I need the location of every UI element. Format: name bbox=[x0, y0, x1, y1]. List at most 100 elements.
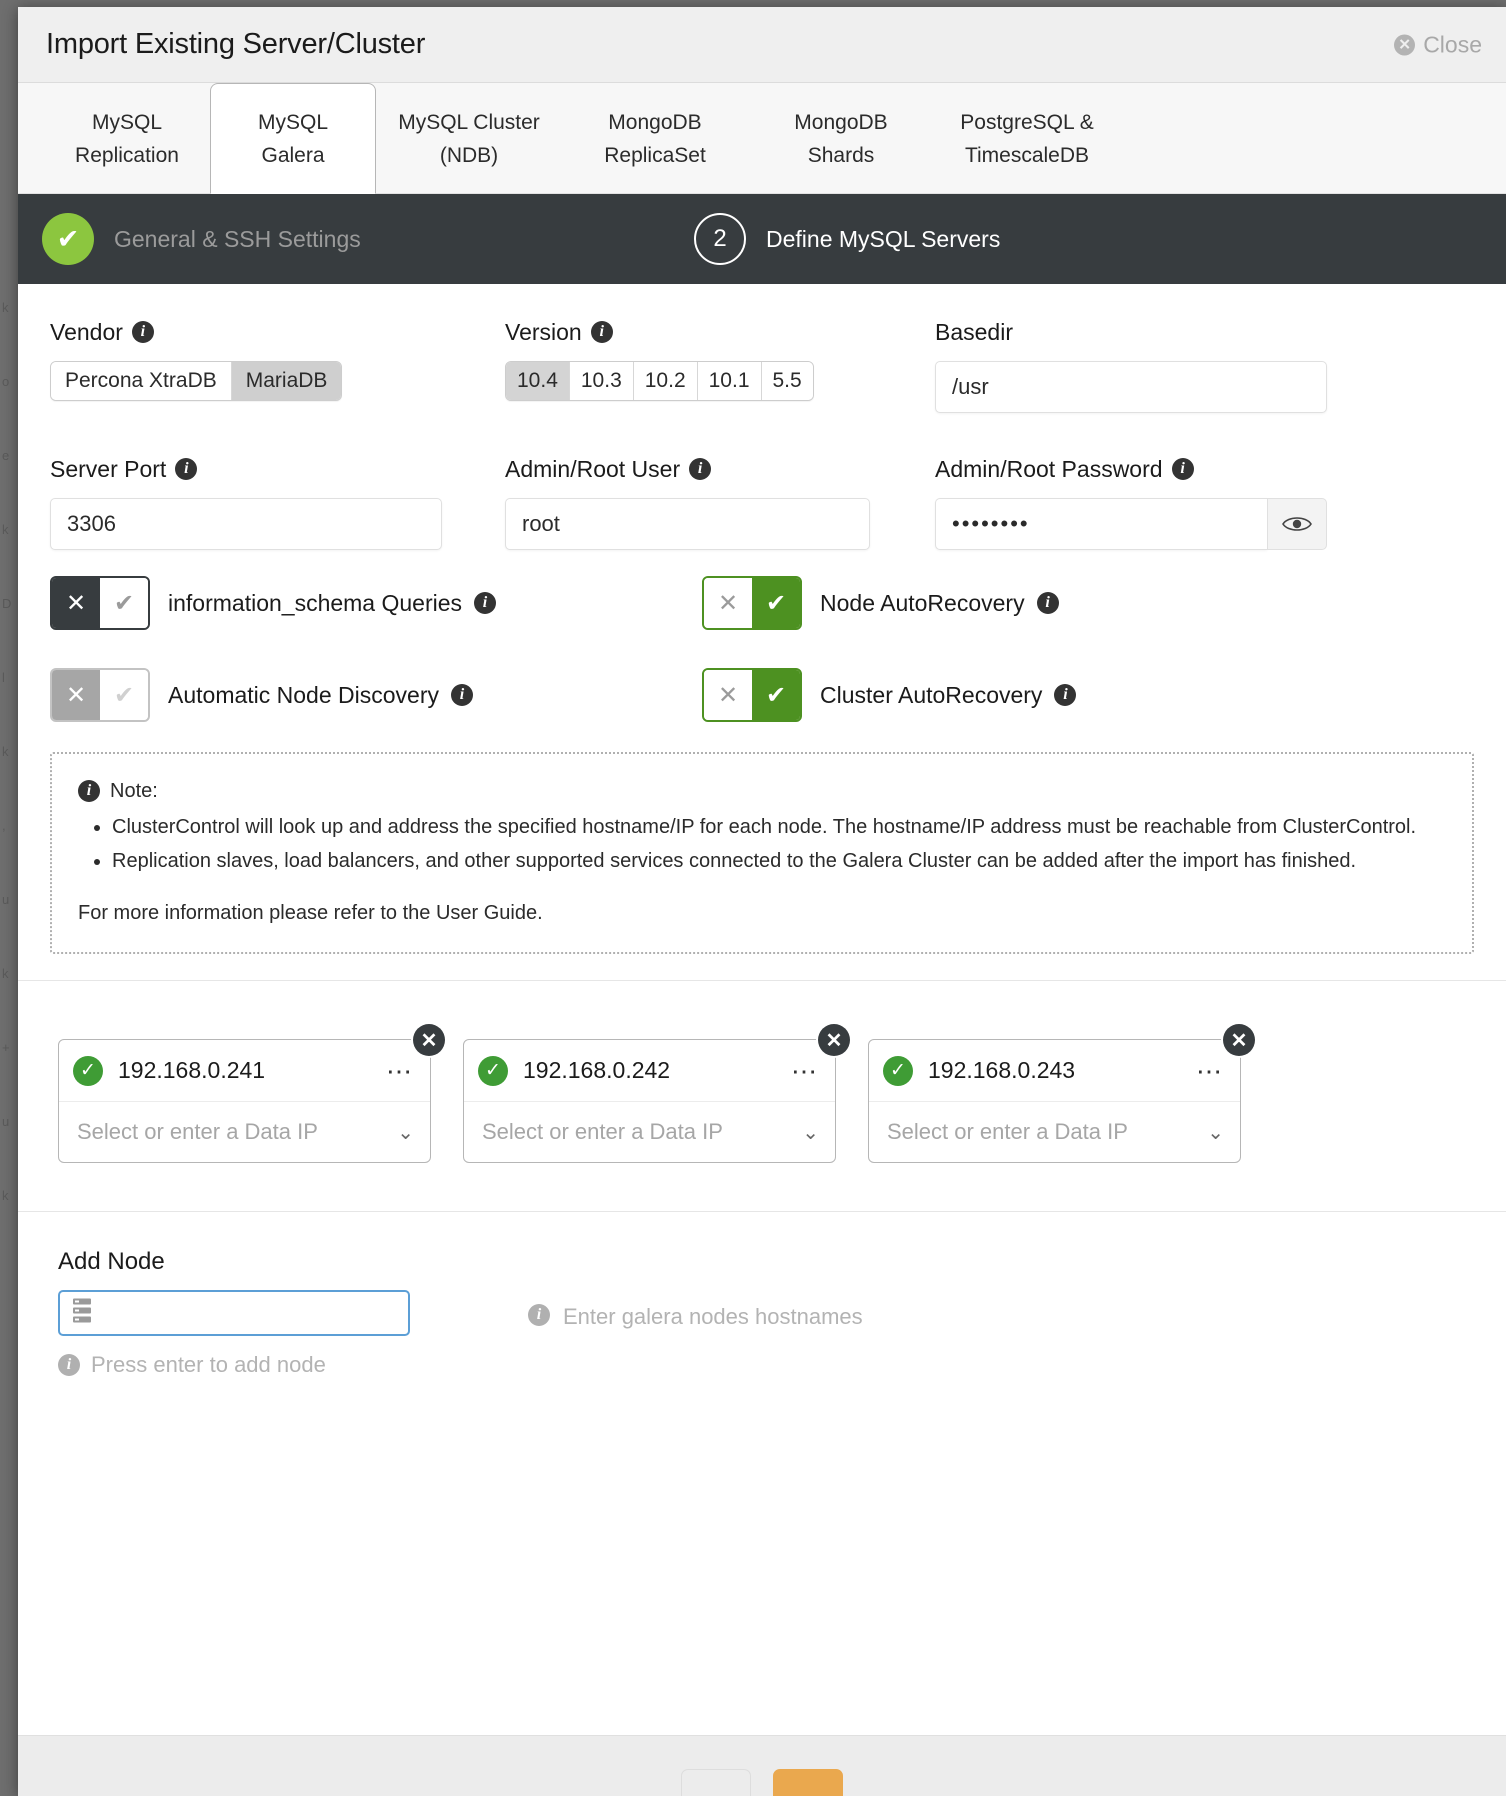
ellipsis-icon[interactable]: ⋯ bbox=[1196, 1058, 1224, 1084]
server-port-label: Server Port bbox=[50, 455, 167, 482]
vendor-option-percona[interactable]: Percona XtraDB bbox=[51, 362, 232, 400]
field-basedir: Basedir bbox=[935, 318, 1327, 413]
background-ghost-text: k bbox=[2, 300, 9, 315]
field-admin-user: Admin/Root User i bbox=[505, 455, 935, 550]
toggle-off-option[interactable]: ✕ bbox=[704, 578, 752, 628]
step-general-ssh-settings[interactable]: ✔ General & SSH Settings bbox=[42, 213, 361, 265]
automatic-node-discovery-toggle[interactable]: ✕ ✔ bbox=[50, 668, 150, 722]
add-node-section: Add Node i Press enter to add node i Ent… bbox=[50, 1212, 1474, 1378]
vendor-option-mariadb[interactable]: MariaDB bbox=[231, 362, 342, 400]
version-option-10-2[interactable]: 10.2 bbox=[633, 362, 698, 400]
toggle-off-option[interactable]: ✕ bbox=[704, 670, 752, 720]
node-data-ip-select[interactable]: Select or enter a Data IP ⌄ bbox=[869, 1102, 1240, 1162]
toggle-off-option[interactable]: ✕ bbox=[52, 578, 100, 628]
toggle-label-row: Node AutoRecovery i bbox=[820, 590, 1059, 617]
info-icon: i bbox=[78, 780, 100, 802]
close-button[interactable]: ✕ Close bbox=[1394, 31, 1482, 58]
node-card: ✕ ✓ 192.168.0.242 ⋯ Select or enter a Da… bbox=[463, 1024, 850, 1163]
note-bullet: ClusterControl will look up and address … bbox=[112, 812, 1446, 842]
toggle-off-option[interactable]: ✕ bbox=[52, 670, 100, 720]
toggle-label-row: information_schema Queries i bbox=[168, 590, 497, 617]
step-label: Define MySQL Servers bbox=[766, 225, 1001, 252]
remove-node-icon[interactable]: ✕ bbox=[1223, 1024, 1255, 1056]
eye-icon[interactable] bbox=[1266, 498, 1327, 550]
background-ghost-text: u bbox=[2, 1114, 10, 1129]
admin-password-input[interactable] bbox=[935, 498, 1267, 550]
note-bullet: Replication slaves, load balancers, and … bbox=[112, 846, 1446, 876]
toggle-on-option[interactable]: ✔ bbox=[100, 578, 148, 628]
note-box: i Note: ClusterControl will look up and … bbox=[50, 752, 1474, 954]
step-define-mysql-servers[interactable]: 2 Define MySQL Servers bbox=[694, 213, 1000, 265]
node-card-header: ✓ 192.168.0.242 ⋯ bbox=[464, 1040, 835, 1102]
info-icon[interactable]: i bbox=[175, 458, 198, 480]
node-ip: 192.168.0.241 bbox=[118, 1057, 266, 1083]
info-icon[interactable]: i bbox=[1036, 592, 1059, 614]
server-port-input[interactable] bbox=[50, 498, 442, 550]
information-schema-queries-toggle[interactable]: ✕ ✔ bbox=[50, 576, 150, 630]
check-circle-icon: ✓ bbox=[883, 1055, 913, 1086]
tab-mongodb-shards[interactable]: MongoDB Shards bbox=[748, 83, 934, 193]
background-ghost-text: l bbox=[2, 670, 5, 685]
version-option-10-1[interactable]: 10.1 bbox=[697, 362, 762, 400]
version-option-5-5[interactable]: 5.5 bbox=[761, 362, 813, 400]
info-icon[interactable]: i bbox=[689, 458, 712, 480]
add-node-side-hint-row: i Enter galera nodes hostnames bbox=[528, 1248, 863, 1378]
tab-postgresql-timescaledb[interactable]: PostgreSQL & TimescaleDB bbox=[934, 83, 1120, 193]
tab-mongodb-replicaset[interactable]: MongoDB ReplicaSet bbox=[562, 83, 748, 193]
step-label: General & SSH Settings bbox=[114, 225, 361, 252]
ellipsis-icon[interactable]: ⋯ bbox=[791, 1058, 819, 1084]
version-option-10-3[interactable]: 10.3 bbox=[569, 362, 634, 400]
chevron-down-icon: ⌄ bbox=[1207, 1121, 1224, 1144]
modal-title: Import Existing Server/Cluster bbox=[46, 28, 426, 60]
info-icon[interactable]: i bbox=[1054, 684, 1077, 706]
version-option-10-4[interactable]: 10.4 bbox=[506, 362, 570, 400]
node-autorecovery-toggle[interactable]: ✕ ✔ bbox=[702, 576, 802, 630]
toggle-on-option[interactable]: ✔ bbox=[752, 670, 800, 720]
primary-button[interactable] bbox=[773, 1769, 843, 1796]
check-circle-icon: ✓ bbox=[73, 1055, 103, 1086]
background-ghost-text: + bbox=[2, 1040, 10, 1055]
info-icon[interactable]: i bbox=[474, 592, 497, 614]
add-node-hint: Press enter to add node bbox=[91, 1352, 326, 1377]
tab-label-line2: Replication bbox=[75, 143, 179, 167]
background-ghost-text: k bbox=[2, 522, 9, 537]
info-icon[interactable]: i bbox=[451, 684, 473, 706]
toggle-information-schema-queries: ✕ ✔ information_schema Queries i bbox=[50, 576, 702, 630]
add-node-input[interactable] bbox=[58, 1290, 410, 1336]
add-node-side-hint: Enter galera nodes hostnames bbox=[563, 1304, 863, 1329]
node-ip: 192.168.0.242 bbox=[523, 1057, 671, 1083]
toggle-node-autorecovery: ✕ ✔ Node AutoRecovery i bbox=[702, 576, 1059, 630]
form-row-1: Vendor i Percona XtraDB MariaDB Version … bbox=[50, 318, 1474, 413]
toggle-on-option[interactable]: ✔ bbox=[100, 670, 148, 720]
chevron-down-icon: ⌄ bbox=[802, 1121, 819, 1144]
info-icon: i bbox=[528, 1304, 550, 1326]
field-server-port: Server Port i bbox=[50, 455, 505, 550]
toggle-label: Automatic Node Discovery bbox=[168, 681, 439, 708]
tab-mysql-replication[interactable]: MySQL Replication bbox=[44, 83, 210, 193]
secondary-button[interactable] bbox=[681, 1769, 751, 1796]
node-card: ✕ ✓ 192.168.0.241 ⋯ Select or enter a Da… bbox=[58, 1024, 445, 1163]
node-data-ip-select[interactable]: Select or enter a Data IP ⌄ bbox=[59, 1102, 430, 1162]
tab-mysql-galera[interactable]: MySQL Galera bbox=[210, 83, 376, 194]
info-icon[interactable]: i bbox=[1171, 458, 1194, 480]
toggle-row-1: ✕ ✔ information_schema Queries i ✕ ✔ Nod… bbox=[50, 576, 1474, 630]
tab-label-line1: MySQL bbox=[91, 110, 162, 134]
remove-node-icon[interactable]: ✕ bbox=[818, 1024, 850, 1056]
cluster-autorecovery-toggle[interactable]: ✕ ✔ bbox=[702, 668, 802, 722]
ellipsis-icon[interactable]: ⋯ bbox=[386, 1058, 414, 1084]
toggle-on-option[interactable]: ✔ bbox=[752, 578, 800, 628]
form-row-2: Server Port i Admin/Root User i Admin/Ro… bbox=[50, 455, 1474, 550]
toggle-cluster-autorecovery: ✕ ✔ Cluster AutoRecovery i bbox=[702, 668, 1077, 722]
tab-label-line2: Shards bbox=[807, 143, 875, 167]
info-icon[interactable]: i bbox=[590, 321, 613, 343]
admin-password-label: Admin/Root Password bbox=[935, 455, 1163, 482]
admin-user-input[interactable] bbox=[505, 498, 870, 550]
info-icon[interactable]: i bbox=[131, 321, 154, 343]
data-ip-placeholder: Select or enter a Data IP bbox=[482, 1119, 723, 1144]
node-data-ip-select[interactable]: Select or enter a Data IP ⌄ bbox=[464, 1102, 835, 1162]
remove-node-icon[interactable]: ✕ bbox=[413, 1024, 445, 1056]
tab-mysql-cluster-ndb[interactable]: MySQL Cluster (NDB) bbox=[376, 83, 562, 193]
basedir-input[interactable] bbox=[935, 361, 1327, 413]
background-ghost-text: k bbox=[2, 1188, 9, 1203]
basedir-label: Basedir bbox=[935, 318, 1013, 345]
